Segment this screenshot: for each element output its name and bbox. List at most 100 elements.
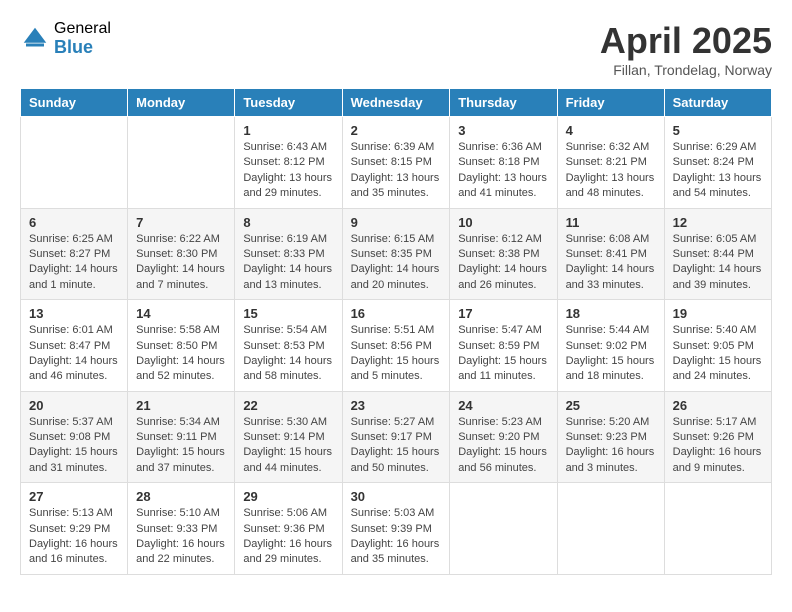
day-info: Sunrise: 5:27 AM Sunset: 9:17 PM Dayligh… — [351, 415, 442, 477]
calendar-cell: 22 Sunrise: 5:30 AM Sunset: 9:14 PM Dayli… — [235, 391, 342, 483]
calendar-week-row: 13Sunrise: 6:01 AM Sunset: 8:47 PM Dayli… — [21, 300, 772, 392]
day-number: 3 — [458, 123, 548, 138]
day-number: 21 — [136, 398, 226, 413]
day-info: Sunrise: 6:05 AM Sunset: 8:44 PM Dayligh… — [673, 232, 763, 294]
calendar-header-row: SundayMondayTuesdayWednesdayThursdayFrid… — [21, 89, 772, 117]
day-number: 25 — [566, 398, 656, 413]
day-number: 1 — [243, 123, 333, 138]
calendar-table: SundayMondayTuesdayWednesdayThursdayFrid… — [20, 88, 772, 575]
day-info: Sunrise: 5:47 AM Sunset: 8:59 PM Dayligh… — [458, 323, 548, 385]
day-number: 18 — [566, 306, 656, 321]
calendar-cell: 14 Sunrise: 5:58 AM Sunset: 8:50 PM Dayli… — [128, 300, 235, 392]
page-header: General Blue April 2025 Fillan, Trondela… — [20, 20, 772, 78]
calendar-cell — [557, 483, 664, 575]
calendar-cell: 15 Sunrise: 5:54 AM Sunset: 8:53 PM Dayli… — [235, 300, 342, 392]
day-info: Sunrise: 5:17 AM Sunset: 9:26 PM Dayligh… — [673, 415, 763, 477]
day-info: Sunrise: 6:32 AM Sunset: 8:21 PM Dayligh… — [566, 140, 656, 202]
day-info: Sunrise: 5:37 AM Sunset: 9:08 PM Dayligh… — [29, 415, 119, 477]
day-info: Sunrise: 6:15 AM Sunset: 8:35 PM Dayligh… — [351, 232, 442, 294]
calendar-cell: 2Sunrise: 6:39 AM Sunset: 8:15 PM Daylig… — [342, 117, 450, 209]
day-header-saturday: Saturday — [664, 89, 771, 117]
day-number: 17 — [458, 306, 548, 321]
calendar-cell — [664, 483, 771, 575]
day-number: 30 — [351, 489, 442, 504]
calendar-cell: 9 Sunrise: 6:15 AM Sunset: 8:35 PM Daylig… — [342, 208, 450, 300]
day-info: Sunrise: 5:23 AM Sunset: 9:20 PM Dayligh… — [458, 415, 548, 477]
day-info: Sunrise: 6:36 AM Sunset: 8:18 PM Dayligh… — [458, 140, 548, 202]
calendar-week-row: 6 Sunrise: 6:25 AM Sunset: 8:27 PM Daylig… — [21, 208, 772, 300]
day-info: Sunrise: 5:10 AM Sunset: 9:33 PM Dayligh… — [136, 506, 226, 568]
day-header-monday: Monday — [128, 89, 235, 117]
calendar-cell — [128, 117, 235, 209]
calendar-cell: 30 Sunrise: 5:03 AM Sunset: 9:39 PM Dayli… — [342, 483, 450, 575]
day-number: 8 — [243, 215, 333, 230]
logo-text: General Blue — [54, 20, 111, 57]
day-number: 15 — [243, 306, 333, 321]
calendar-week-row: 1Sunrise: 6:43 AM Sunset: 8:12 PM Daylig… — [21, 117, 772, 209]
calendar-cell: 20 Sunrise: 5:37 AM Sunset: 9:08 PM Dayli… — [21, 391, 128, 483]
day-info: Sunrise: 5:58 AM Sunset: 8:50 PM Dayligh… — [136, 323, 226, 385]
day-number: 5 — [673, 123, 763, 138]
day-number: 28 — [136, 489, 226, 504]
calendar-cell: 12 Sunrise: 6:05 AM Sunset: 8:44 PM Dayli… — [664, 208, 771, 300]
logo-general: General — [54, 20, 111, 38]
calendar-cell: 1Sunrise: 6:43 AM Sunset: 8:12 PM Daylig… — [235, 117, 342, 209]
calendar-cell: 24Sunrise: 5:23 AM Sunset: 9:20 PM Dayli… — [450, 391, 557, 483]
calendar-week-row: 20 Sunrise: 5:37 AM Sunset: 9:08 PM Dayli… — [21, 391, 772, 483]
logo: General Blue — [20, 20, 111, 57]
calendar-cell: 3 Sunrise: 6:36 AM Sunset: 8:18 PM Daylig… — [450, 117, 557, 209]
day-number: 19 — [673, 306, 763, 321]
calendar-cell — [21, 117, 128, 209]
calendar-cell: 27 Sunrise: 5:13 AM Sunset: 9:29 PM Dayli… — [21, 483, 128, 575]
day-number: 6 — [29, 215, 119, 230]
calendar-week-row: 27 Sunrise: 5:13 AM Sunset: 9:29 PM Dayli… — [21, 483, 772, 575]
day-number: 11 — [566, 215, 656, 230]
calendar-cell — [450, 483, 557, 575]
day-info: Sunrise: 6:19 AM Sunset: 8:33 PM Dayligh… — [243, 232, 333, 294]
day-info: Sunrise: 6:08 AM Sunset: 8:41 PM Dayligh… — [566, 232, 656, 294]
day-info: Sunrise: 5:44 AM Sunset: 9:02 PM Dayligh… — [566, 323, 656, 385]
day-info: Sunrise: 5:06 AM Sunset: 9:36 PM Dayligh… — [243, 506, 333, 568]
day-info: Sunrise: 6:29 AM Sunset: 8:24 PM Dayligh… — [673, 140, 763, 202]
logo-blue: Blue — [54, 38, 111, 58]
day-number: 14 — [136, 306, 226, 321]
calendar-cell: 19 Sunrise: 5:40 AM Sunset: 9:05 PM Dayli… — [664, 300, 771, 392]
month-title: April 2025 — [600, 20, 772, 62]
calendar-cell: 8 Sunrise: 6:19 AM Sunset: 8:33 PM Daylig… — [235, 208, 342, 300]
day-number: 23 — [351, 398, 442, 413]
day-number: 4 — [566, 123, 656, 138]
day-number: 26 — [673, 398, 763, 413]
day-info: Sunrise: 5:30 AM Sunset: 9:14 PM Dayligh… — [243, 415, 333, 477]
day-info: Sunrise: 6:22 AM Sunset: 8:30 PM Dayligh… — [136, 232, 226, 294]
day-info: Sunrise: 6:25 AM Sunset: 8:27 PM Dayligh… — [29, 232, 119, 294]
location-subtitle: Fillan, Trondelag, Norway — [600, 62, 772, 78]
day-number: 2 — [351, 123, 442, 138]
day-info: Sunrise: 5:40 AM Sunset: 9:05 PM Dayligh… — [673, 323, 763, 385]
title-area: April 2025 Fillan, Trondelag, Norway — [600, 20, 772, 78]
day-number: 22 — [243, 398, 333, 413]
day-info: Sunrise: 5:34 AM Sunset: 9:11 PM Dayligh… — [136, 415, 226, 477]
day-header-tuesday: Tuesday — [235, 89, 342, 117]
day-info: Sunrise: 5:13 AM Sunset: 9:29 PM Dayligh… — [29, 506, 119, 568]
day-number: 12 — [673, 215, 763, 230]
calendar-cell: 6 Sunrise: 6:25 AM Sunset: 8:27 PM Daylig… — [21, 208, 128, 300]
day-info: Sunrise: 5:54 AM Sunset: 8:53 PM Dayligh… — [243, 323, 333, 385]
calendar-cell: 4 Sunrise: 6:32 AM Sunset: 8:21 PM Daylig… — [557, 117, 664, 209]
logo-icon — [20, 24, 50, 54]
day-info: Sunrise: 6:12 AM Sunset: 8:38 PM Dayligh… — [458, 232, 548, 294]
day-number: 10 — [458, 215, 548, 230]
day-header-wednesday: Wednesday — [342, 89, 450, 117]
calendar-cell: 28 Sunrise: 5:10 AM Sunset: 9:33 PM Dayli… — [128, 483, 235, 575]
day-info: Sunrise: 5:03 AM Sunset: 9:39 PM Dayligh… — [351, 506, 442, 568]
day-header-friday: Friday — [557, 89, 664, 117]
calendar-cell: 10 Sunrise: 6:12 AM Sunset: 8:38 PM Dayli… — [450, 208, 557, 300]
day-number: 27 — [29, 489, 119, 504]
calendar-cell: 11 Sunrise: 6:08 AM Sunset: 8:41 PM Dayli… — [557, 208, 664, 300]
day-number: 9 — [351, 215, 442, 230]
calendar-cell: 21 Sunrise: 5:34 AM Sunset: 9:11 PM Dayli… — [128, 391, 235, 483]
calendar-cell: 5 Sunrise: 6:29 AM Sunset: 8:24 PM Daylig… — [664, 117, 771, 209]
calendar-cell: 18 Sunrise: 5:44 AM Sunset: 9:02 PM Dayli… — [557, 300, 664, 392]
calendar-cell: 7Sunrise: 6:22 AM Sunset: 8:30 PM Daylig… — [128, 208, 235, 300]
day-number: 20 — [29, 398, 119, 413]
day-info: Sunrise: 5:20 AM Sunset: 9:23 PM Dayligh… — [566, 415, 656, 477]
